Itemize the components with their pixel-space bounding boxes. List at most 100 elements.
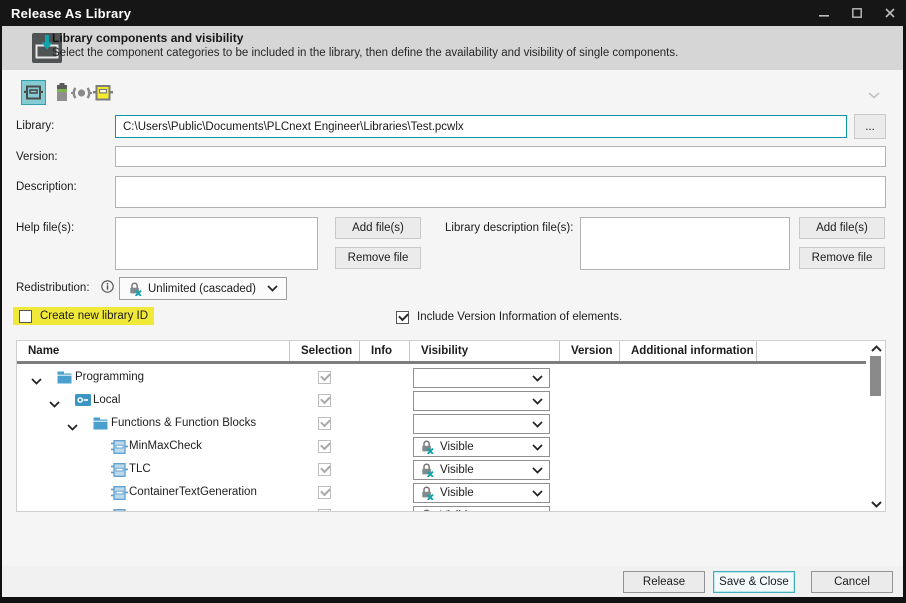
- chevron-down-icon: [532, 421, 543, 428]
- selection-checkbox[interactable]: [318, 371, 331, 384]
- help-remove-file-button[interactable]: Remove file: [335, 247, 421, 269]
- expand-collapse-icon[interactable]: [49, 397, 60, 411]
- visible-lock-icon: [420, 509, 434, 512]
- library-description-files-list[interactable]: [580, 217, 790, 270]
- chevron-down-icon: [267, 285, 278, 292]
- create-new-library-id-label: Create new library ID: [40, 310, 148, 322]
- chevron-down-icon: [532, 467, 543, 474]
- version-input[interactable]: [115, 146, 886, 167]
- function-block-icon: [111, 440, 128, 457]
- visibility-dropdown[interactable]: Visible: [413, 506, 550, 512]
- info-icon[interactable]: [101, 280, 114, 293]
- row-name[interactable]: Local: [93, 394, 121, 406]
- expand-collapse-icon[interactable]: [31, 374, 42, 388]
- maximize-icon: [852, 8, 862, 18]
- selection-checkbox[interactable]: [318, 463, 331, 476]
- visible-lock-icon: [420, 440, 434, 454]
- redistribution-value: Unlimited (cascaded): [148, 283, 256, 295]
- table-header: NameSelectionInfoVisibilityVersionAdditi…: [17, 341, 866, 364]
- chevron-down-icon: [532, 444, 543, 451]
- row-name[interactable]: Programming: [75, 371, 144, 383]
- column-header-visibility: Visibility: [410, 341, 560, 361]
- visibility-dropdown[interactable]: [413, 414, 550, 434]
- function-block-icon: [111, 463, 128, 480]
- browse-button[interactable]: ...: [854, 114, 886, 139]
- description-label: Description:: [16, 181, 77, 193]
- window-title: Release As Library: [0, 6, 131, 21]
- save-and-close-button[interactable]: Save & Close: [713, 571, 795, 593]
- selection-checkbox[interactable]: [318, 509, 331, 512]
- chevron-down-icon: [532, 375, 543, 382]
- minimize-button[interactable]: [807, 0, 840, 26]
- library-view-button[interactable]: [21, 80, 46, 105]
- selection-checkbox[interactable]: [318, 394, 331, 407]
- include-version-info-option[interactable]: Include Version Information of elements.: [390, 308, 628, 326]
- title-bar: Release As Library: [0, 0, 906, 26]
- visible-lock-icon: [420, 463, 434, 477]
- chevron-down-icon: [532, 490, 543, 497]
- redistribution-label: Redistribution:: [16, 282, 90, 294]
- visibility-value: Visible: [440, 464, 474, 476]
- row-name[interactable]: ContainerTextGeneration: [129, 486, 257, 498]
- scrollbar-thumb[interactable]: [870, 356, 881, 396]
- project-icon: [75, 394, 91, 409]
- chevron-down-icon: [532, 398, 543, 405]
- include-version-info-checkbox[interactable]: [396, 311, 409, 324]
- version-label: Version:: [16, 151, 58, 163]
- selection-checkbox[interactable]: [318, 440, 331, 453]
- expand-collapse-icon[interactable]: [67, 420, 78, 434]
- help-files-list[interactable]: [115, 217, 318, 270]
- components-table: NameSelectionInfoVisibilityVersionAdditi…: [16, 340, 886, 512]
- minimize-icon: [819, 8, 829, 18]
- desc-add-files-button[interactable]: Add file(s): [799, 217, 885, 239]
- visible-lock-icon: [420, 486, 434, 500]
- column-header-selection: Selection: [290, 341, 360, 361]
- create-new-library-id-checkbox[interactable]: [19, 310, 32, 323]
- row-name[interactable]: MinMaxCheck: [129, 440, 202, 452]
- release-as-library-dialog: Release As Library Library components an…: [0, 0, 906, 603]
- components-view-button[interactable]: [90, 80, 115, 105]
- visibility-dropdown[interactable]: Visible: [413, 437, 550, 457]
- vertical-scrollbar[interactable]: [867, 341, 885, 511]
- window-controls: [807, 0, 906, 26]
- release-button[interactable]: Release: [623, 571, 705, 593]
- visibility-dropdown[interactable]: [413, 368, 550, 388]
- selection-checkbox[interactable]: [318, 486, 331, 499]
- desc-remove-file-button[interactable]: Remove file: [799, 247, 885, 269]
- row-name[interactable]: Functions & Function Blocks: [111, 417, 256, 429]
- visibility-value: Visible: [440, 487, 474, 499]
- description-input[interactable]: [115, 176, 886, 208]
- visibility-dropdown[interactable]: Visible: [413, 483, 550, 503]
- row-name[interactable]: TLC: [129, 463, 151, 475]
- create-new-library-id-option[interactable]: Create new library ID: [13, 307, 154, 325]
- visibility-dropdown[interactable]: Visible: [413, 460, 550, 480]
- selection-checkbox[interactable]: [318, 417, 331, 430]
- dialog-body: Library: ... Version: Description: Help …: [2, 70, 903, 566]
- visibility-value: Visible: [440, 441, 474, 453]
- dialog-header: Library components and visibility Select…: [2, 26, 903, 70]
- dialog-footer: Release Save & Close Cancel: [2, 566, 903, 597]
- close-button[interactable]: [873, 0, 906, 26]
- library-path-input[interactable]: [115, 115, 847, 138]
- table-row: Functions & Function Blocks: [17, 413, 866, 436]
- collapse-section-icon[interactable]: [868, 92, 880, 99]
- column-header-name: Name: [17, 341, 290, 361]
- table-row: TLC Visible: [17, 459, 866, 482]
- chevron-up-icon: [871, 345, 882, 352]
- scroll-up-button[interactable]: [867, 341, 885, 355]
- yellow-component-icon: [93, 85, 113, 101]
- table-row: MinMaxCheck Visible: [17, 436, 866, 459]
- maximize-button[interactable]: [840, 0, 873, 26]
- close-icon: [885, 8, 895, 18]
- column-header-additional-information: Additional information: [620, 341, 757, 361]
- scroll-down-button[interactable]: [867, 497, 885, 511]
- header-subtitle: Select the component categories to be in…: [52, 47, 678, 59]
- help-files-label: Help file(s):: [16, 222, 74, 234]
- redistribution-dropdown[interactable]: Unlimited (cascaded): [119, 277, 287, 300]
- column-header-blank: [757, 341, 866, 361]
- cancel-button[interactable]: Cancel: [811, 571, 893, 593]
- help-add-files-button[interactable]: Add file(s): [335, 217, 421, 239]
- column-header-info: Info: [360, 341, 410, 361]
- battery-icon: [56, 83, 68, 102]
- visibility-dropdown[interactable]: [413, 391, 550, 411]
